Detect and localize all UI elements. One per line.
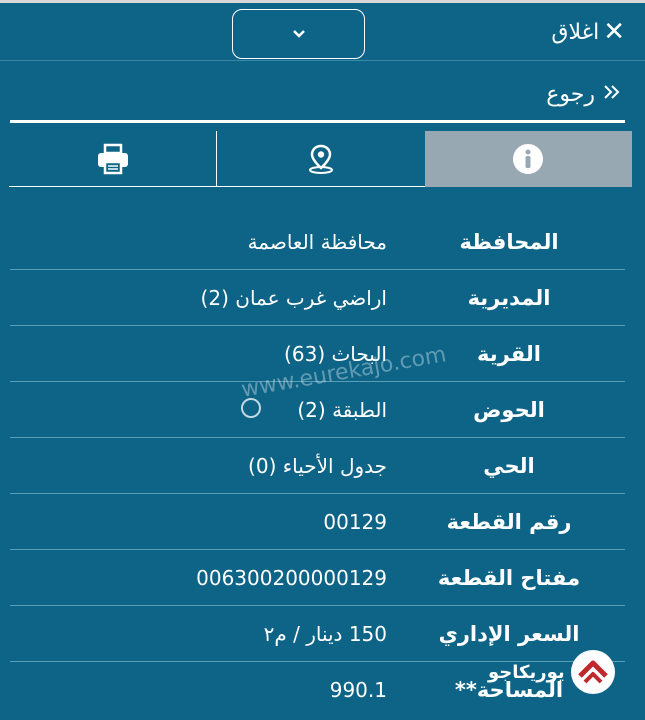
close-button[interactable]: ✕ اغلاق xyxy=(551,19,625,45)
close-label: اغلاق xyxy=(551,19,600,45)
detail-value: 006300200000129 xyxy=(196,565,387,590)
detail-value: محافظة العاصمة xyxy=(247,229,387,254)
detail-label: القرية xyxy=(477,341,541,366)
top-bar: ✕ اغلاق xyxy=(0,0,645,60)
detail-row: الحوض الطبقة (2) xyxy=(10,382,625,438)
logo-icon xyxy=(570,650,615,694)
detail-value: البحاث (63) xyxy=(284,341,387,366)
detail-row: المديرية اراضي غرب عمان (2) xyxy=(10,270,625,326)
detail-label: المحافظة xyxy=(459,229,559,254)
detail-label: السعر الإداري xyxy=(438,621,580,646)
tab-print[interactable] xyxy=(9,131,218,187)
divider xyxy=(0,60,645,61)
tab-info[interactable] xyxy=(424,131,632,187)
back-label: رجوع xyxy=(546,82,595,107)
info-icon xyxy=(513,144,544,174)
detail-value: الطبقة (2) xyxy=(297,397,387,422)
detail-value: 150 دينار / م٢ xyxy=(263,621,387,646)
detail-row: القرية البحاث (63) xyxy=(10,326,625,382)
logo-text: يوريكاجو xyxy=(488,661,565,683)
back-button[interactable]: رجوع xyxy=(546,82,623,107)
detail-label: مفتاح القطعة xyxy=(437,565,581,590)
detail-row: الحي جدول الأحياء (0) xyxy=(10,438,625,494)
detail-value: اراضي غرب عمان (2) xyxy=(200,285,387,310)
detail-row: رقم القطعة 00129 xyxy=(10,494,625,550)
tab-location[interactable] xyxy=(217,131,425,187)
detail-value: 990.1 xyxy=(329,678,387,702)
detail-value: جدول الأحياء (0) xyxy=(248,453,387,478)
print-icon xyxy=(97,143,128,174)
chevron-down-icon xyxy=(292,30,305,38)
detail-label: رقم القطعة xyxy=(446,509,572,534)
detail-label: المديرية xyxy=(467,285,551,310)
brand-logo: يوريكاجو xyxy=(488,650,615,694)
map-pin-icon xyxy=(308,144,333,174)
back-underline xyxy=(10,120,625,123)
detail-row: مفتاح القطعة 006300200000129 xyxy=(10,550,625,606)
copyright-icon xyxy=(241,398,261,418)
detail-row: المحافظة محافظة العاصمة xyxy=(10,214,625,270)
tab-bar xyxy=(9,131,632,187)
detail-value: 00129 xyxy=(323,509,387,534)
detail-label: الحي xyxy=(483,453,535,478)
double-chevron-right-icon xyxy=(601,82,623,107)
dropdown-toggle-button[interactable] xyxy=(232,9,365,59)
close-icon: ✕ xyxy=(603,17,625,47)
detail-label: الحوض xyxy=(473,397,545,422)
